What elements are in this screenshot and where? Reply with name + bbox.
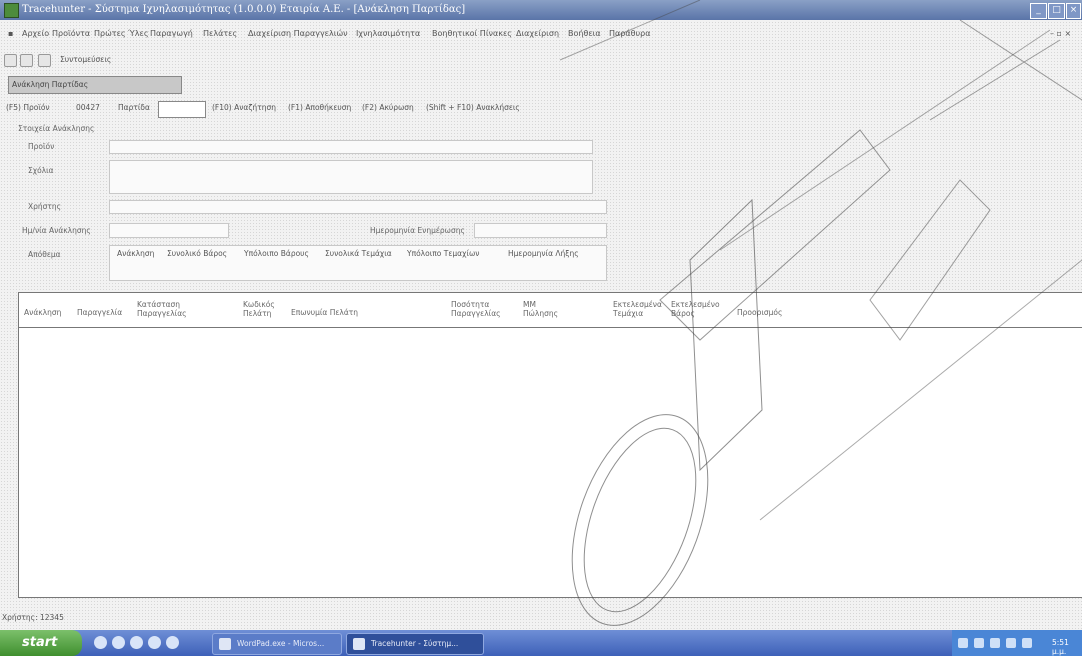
- tracehunter-icon: [353, 638, 365, 650]
- user-status[interactable]: Χρήστης: 12345: [2, 613, 64, 622]
- task-wordpad[interactable]: WordPad.exe - Micros...: [212, 633, 342, 655]
- status-bar: Χρήστης: 12345: [0, 613, 200, 625]
- clock[interactable]: 5:51 μ.μ.: [1052, 638, 1082, 656]
- security-icon[interactable]: [1006, 638, 1016, 648]
- volume-icon[interactable]: [974, 638, 984, 648]
- start-label: start: [22, 635, 58, 650]
- desktop-icon[interactable]: [166, 636, 179, 649]
- language-icon[interactable]: [990, 638, 1000, 648]
- start-button[interactable]: start: [0, 630, 82, 656]
- watermark: [559, 0, 1082, 626]
- task-tracehunter-label: Tracehunter - Σύστημ...: [371, 639, 459, 648]
- app-icon-quick[interactable]: [148, 636, 161, 649]
- taskbar: start WordPad.exe - Micros... Tracehunte…: [0, 630, 1082, 656]
- media-icon[interactable]: [112, 636, 125, 649]
- network-icon[interactable]: [958, 638, 968, 648]
- system-tray: 5:51 μ.μ.: [952, 630, 1082, 656]
- task-wordpad-label: WordPad.exe - Micros...: [237, 639, 325, 648]
- explorer-icon[interactable]: [130, 636, 143, 649]
- update-icon[interactable]: [1022, 638, 1032, 648]
- task-tracehunter[interactable]: Tracehunter - Σύστημ...: [346, 633, 484, 655]
- wordpad-icon: [219, 638, 231, 650]
- browser-icon[interactable]: [94, 636, 107, 649]
